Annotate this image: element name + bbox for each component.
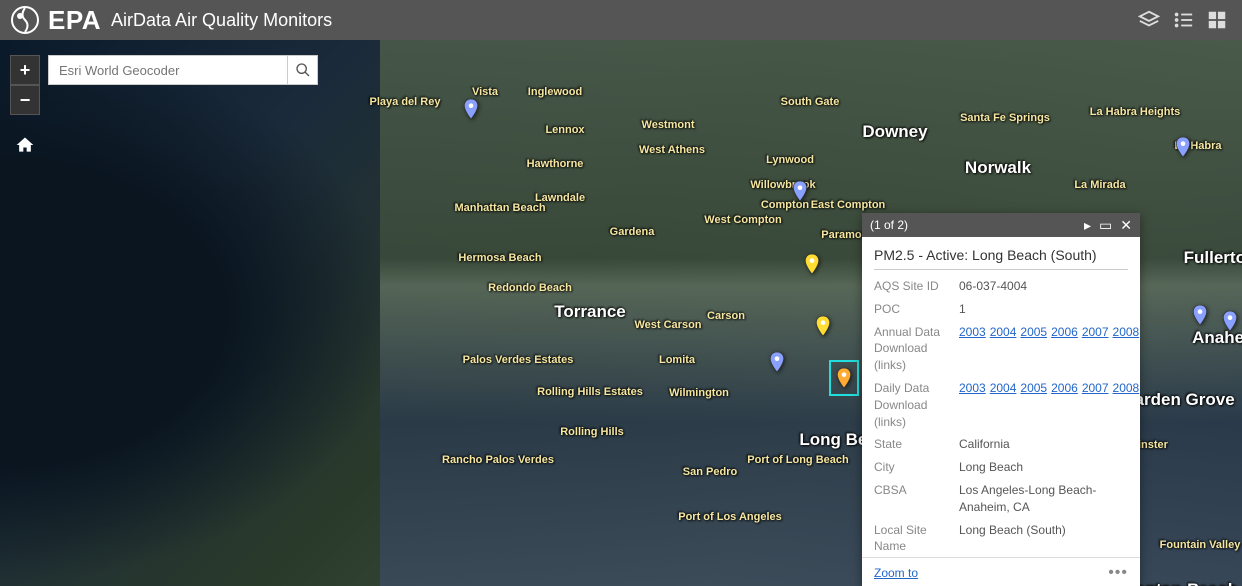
year-link[interactable]: 2004 bbox=[990, 325, 1017, 339]
map-marker[interactable] bbox=[833, 364, 855, 392]
map-marker[interactable] bbox=[816, 316, 830, 336]
year-link[interactable]: 2005 bbox=[1020, 325, 1047, 339]
map-marker[interactable] bbox=[464, 99, 478, 119]
zoom-controls: + − bbox=[10, 55, 40, 115]
popup-dock-icon[interactable]: ▭ bbox=[1099, 218, 1112, 232]
popup-actions-icon[interactable]: ••• bbox=[1108, 564, 1128, 582]
year-link[interactable]: 2006 bbox=[1051, 325, 1078, 339]
popup-close-icon[interactable]: ✕ bbox=[1120, 218, 1132, 232]
info-popup: (1 of 2) ▸ ▭ ✕ PM2.5 - Active: Long Beac… bbox=[862, 213, 1140, 586]
search-box bbox=[48, 55, 318, 85]
popup-row-localsite: Local Site Name Long Beach (South) bbox=[874, 522, 1128, 556]
header-tools bbox=[1134, 5, 1232, 35]
popup-row-city: City Long Beach bbox=[874, 459, 1128, 476]
daily-download-links: 2003200420052006200720082009201020112012… bbox=[959, 380, 1140, 430]
year-link[interactable]: 2004 bbox=[990, 381, 1017, 395]
popup-row-aqs: AQS Site ID 06-037-4004 bbox=[874, 278, 1128, 295]
popup-row-poc: POC 1 bbox=[874, 301, 1128, 318]
year-link[interactable]: 2003 bbox=[959, 325, 986, 339]
home-button[interactable] bbox=[10, 130, 40, 160]
ocean-layer bbox=[0, 40, 400, 586]
annual-download-links: 2003200420052006200720082009201020112012… bbox=[959, 324, 1140, 374]
logo-text: EPA bbox=[48, 5, 101, 36]
search-input[interactable] bbox=[49, 63, 287, 78]
popup-next-icon[interactable]: ▸ bbox=[1084, 218, 1091, 232]
map-marker[interactable] bbox=[805, 254, 819, 274]
popup-body[interactable]: PM2.5 - Active: Long Beach (South) AQS S… bbox=[862, 237, 1140, 557]
popup-row-daily: Daily Data Download (links) 200320042005… bbox=[874, 380, 1128, 430]
map-marker[interactable] bbox=[1193, 305, 1207, 325]
map-marker[interactable] bbox=[770, 352, 784, 372]
zoom-to-link[interactable]: Zoom to bbox=[874, 566, 918, 580]
popup-row-cbsa: CBSA Los Angeles-Long Beach-Anaheim, CA bbox=[874, 482, 1128, 516]
year-link[interactable]: 2006 bbox=[1051, 381, 1078, 395]
map[interactable]: Playa del ReyVistaInglewoodLennoxWestmon… bbox=[0, 40, 1242, 586]
year-link[interactable]: 2008 bbox=[1113, 381, 1140, 395]
year-link[interactable]: 2008 bbox=[1113, 325, 1140, 339]
app-title: AirData Air Quality Monitors bbox=[111, 10, 332, 31]
popup-header: (1 of 2) ▸ ▭ ✕ bbox=[862, 213, 1140, 237]
map-marker[interactable] bbox=[793, 181, 807, 201]
basemap-icon[interactable] bbox=[1202, 5, 1232, 35]
zoom-out-button[interactable]: − bbox=[10, 85, 40, 115]
search-button[interactable] bbox=[287, 56, 317, 84]
popup-row-state: State California bbox=[874, 436, 1128, 453]
logo: EPA bbox=[10, 5, 101, 36]
app-header: EPA AirData Air Quality Monitors bbox=[0, 0, 1242, 40]
popup-header-tools: ▸ ▭ ✕ bbox=[1084, 218, 1132, 232]
year-link[interactable]: 2007 bbox=[1082, 381, 1109, 395]
epa-logo-icon bbox=[10, 5, 40, 35]
popup-row-annual: Annual Data Download (links) 20032004200… bbox=[874, 324, 1128, 374]
map-marker[interactable] bbox=[1176, 137, 1190, 157]
legend-icon[interactable] bbox=[1168, 5, 1198, 35]
year-link[interactable]: 2005 bbox=[1020, 381, 1047, 395]
popup-title: PM2.5 - Active: Long Beach (South) bbox=[874, 247, 1128, 270]
popup-counter: (1 of 2) bbox=[870, 218, 908, 232]
map-marker[interactable] bbox=[1223, 311, 1237, 331]
year-link[interactable]: 2003 bbox=[959, 381, 986, 395]
year-link[interactable]: 2007 bbox=[1082, 325, 1109, 339]
popup-footer: Zoom to ••• bbox=[862, 557, 1140, 586]
zoom-in-button[interactable]: + bbox=[10, 55, 40, 85]
layers-icon[interactable] bbox=[1134, 5, 1164, 35]
